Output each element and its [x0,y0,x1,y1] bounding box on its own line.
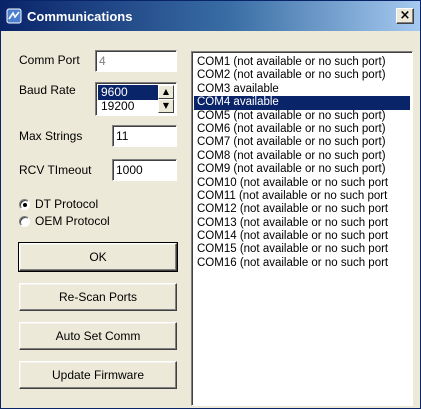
com-port-item[interactable]: COM4 available [194,96,410,110]
window-title: Communications [27,9,133,24]
com-port-item[interactable]: COM2 (not available or no such port) [194,69,410,82]
rcv-timeout-field[interactable]: 1000 [112,159,177,181]
update-firmware-button[interactable]: Update Firmware [19,361,177,389]
scroll-up-button[interactable]: ▲ [158,85,174,99]
com-port-item[interactable]: COM13 (not available or no such port [194,217,410,230]
comm-port-field: 4 [95,50,177,72]
app-icon [6,8,22,24]
ok-button[interactable]: OK [18,242,178,272]
radio-checked-icon [19,199,30,210]
communications-dialog: Communications × Comm Port 4 Baud Rate 9… [0,0,421,409]
radio-unchecked-icon [19,216,30,227]
com-port-item[interactable]: COM7 (not available or no such port) [194,136,410,149]
com-port-item[interactable]: COM12 (not available or no such port [194,203,410,216]
title-bar[interactable]: Communications × [1,1,420,31]
rescan-ports-button[interactable]: Re-Scan Ports [19,283,177,311]
arrow-up-icon: ▲ [162,87,170,96]
comm-port-label: Comm Port [19,53,80,67]
radio-label: DT Protocol [35,197,99,211]
auto-set-comm-button[interactable]: Auto Set Comm [19,322,177,350]
baud-option-19200[interactable]: 19200 [98,99,158,114]
com-port-item[interactable]: COM5 (not available or no such port) [194,110,410,123]
radio-label: OEM Protocol [35,214,110,228]
baud-rate-list[interactable]: 9600 19200 ▲ ▼ [95,82,177,116]
rcv-timeout-label: RCV TImeout [19,163,92,177]
com-port-item[interactable]: COM14 (not available or no such port [194,230,410,243]
max-strings-field[interactable]: 11 [112,125,177,147]
com-port-list[interactable]: COM1 (not available or no such port) COM2… [191,51,413,406]
com-port-item[interactable]: COM6 (not available or no such port) [194,123,410,136]
baud-rate-label: Baud Rate [19,83,76,97]
com-port-item[interactable]: COM15 (not available or no such port [194,243,410,256]
com-port-item[interactable]: COM16 (not available or no such port [194,257,410,270]
com-port-item[interactable]: COM3 available [194,83,410,96]
close-button[interactable]: × [396,8,414,24]
com-port-item[interactable]: COM1 (not available or no such port) [194,56,410,69]
dialog-body: Comm Port 4 Baud Rate 9600 19200 ▲ ▼ Max… [1,31,420,408]
com-port-item[interactable]: COM8 (not available or no such port) [194,150,410,163]
baud-option-9600[interactable]: 9600 [98,85,158,100]
arrow-down-icon: ▼ [162,101,170,110]
scroll-down-button[interactable]: ▼ [158,99,174,113]
close-icon: × [399,8,411,23]
com-port-item[interactable]: COM10 (not available or no such port [194,177,410,190]
max-strings-label: Max Strings [19,129,83,143]
com-port-item[interactable]: COM9 (not available or no such port) [194,163,410,176]
com-port-item[interactable]: COM11 (not available or no such port [194,190,410,203]
